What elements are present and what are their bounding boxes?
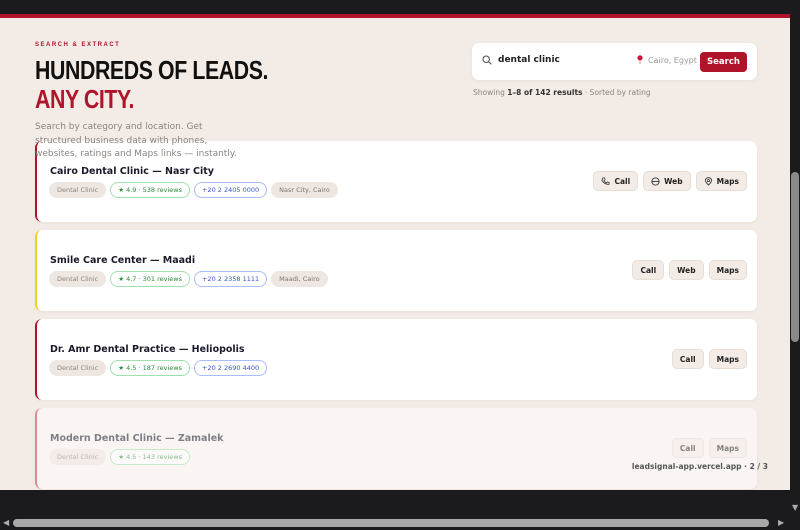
business-name: Modern Dental Clinic — Zamalek	[50, 433, 224, 444]
hero-description: Search by category and location. Get str…	[35, 122, 237, 159]
tag-row: Dental Clinic ★ 4.5 · 143 reviews	[49, 449, 190, 465]
web-button[interactable]: Web	[643, 171, 691, 191]
rating-tag: ★ 4.7 · 301 reviews	[110, 271, 190, 287]
call-label: Call	[679, 443, 696, 453]
maps-label: Maps	[716, 354, 739, 364]
call-label: Call	[614, 176, 631, 186]
vertical-scroll-thumb[interactable]	[791, 172, 799, 342]
card-actions: Call Web Maps	[593, 171, 747, 191]
location-input[interactable]: Cairo, Egypt	[648, 56, 697, 65]
call-button[interactable]: Call	[632, 260, 665, 280]
hero-title: HUNDREDS OF LEADS. ANY CITY.	[35, 56, 268, 114]
business-name: Cairo Dental Clinic — Nasr City	[50, 166, 214, 177]
search-button[interactable]: Search	[700, 52, 747, 72]
call-button[interactable]: Call	[671, 438, 704, 458]
page-footer: leadsignal-app.vercel.app · 2 / 3	[631, 462, 768, 471]
scroll-right-arrow[interactable]: ▶	[778, 518, 784, 527]
rating-tag: ★ 4.9 · 538 reviews	[110, 182, 190, 198]
results-prefix: Showing	[473, 88, 508, 97]
web-label: Web	[677, 265, 696, 275]
lead-card[interactable]: Dr. Amr Dental Practice — Heliopolis Dent…	[35, 319, 757, 400]
phone-tag[interactable]: +20 2 2358 1111	[193, 271, 268, 287]
phone-icon	[601, 176, 610, 185]
scroll-left-arrow[interactable]: ◀	[3, 518, 9, 527]
rating-tag: ★ 4.5 · 187 reviews	[110, 360, 190, 376]
lead-card[interactable]: Modern Dental Clinic — Zamalek Dental Cli…	[35, 408, 757, 489]
web-label: Web	[664, 176, 683, 186]
vertical-scrollbar[interactable]: ▼	[790, 0, 800, 515]
maps-button[interactable]: Maps	[708, 349, 747, 369]
card-actions: Call Maps	[671, 349, 747, 369]
hero-title-line2: ANY CITY.	[35, 84, 134, 114]
results-range: 1–8 of 142 results	[507, 88, 583, 97]
eyebrow: SEARCH & EXTRACT	[35, 42, 121, 48]
area-tag: Maadi, Cairo	[271, 271, 328, 287]
rating-tag: ★ 4.5 · 143 reviews	[110, 449, 190, 465]
top-bar	[0, 0, 790, 14]
card-actions: Call Web Maps	[632, 260, 747, 280]
category-tag: Dental Clinic	[49, 449, 107, 465]
tag-row: Dental Clinic ★ 4.5 · 187 reviews +20 2 26…	[49, 360, 268, 376]
area-tag: Nasr City, Cairo	[271, 182, 338, 198]
tag-row: Dental Clinic ★ 4.7 · 301 reviews +20 2 23…	[49, 271, 328, 287]
category-tag: Dental Clinic	[49, 360, 107, 376]
maps-button[interactable]: Maps	[695, 171, 747, 191]
card-actions: Call Maps	[671, 438, 747, 458]
maps-button[interactable]: Maps	[708, 260, 747, 280]
page: SEARCH & EXTRACT HUNDREDS OF LEADS. ANY …	[0, 18, 790, 490]
web-button[interactable]: Web	[669, 260, 704, 280]
search-icon	[482, 55, 492, 65]
hero-title-line1: HUNDREDS OF LEADS.	[35, 55, 269, 85]
search-box: dental clinic Cairo, Egypt Search	[472, 43, 757, 80]
horizontal-scroll-thumb[interactable]	[13, 519, 769, 527]
tag-row: Dental Clinic ★ 4.9 · 538 reviews +20 2 24…	[49, 182, 338, 198]
phone-tag[interactable]: +20 2 2405 0000	[193, 182, 268, 198]
globe-icon	[651, 176, 660, 186]
location-pin-icon	[637, 55, 643, 64]
phone-tag[interactable]: +20 2 2690 4400	[193, 360, 268, 376]
lead-card[interactable]: Smile Care Center — Maadi Dental Clinic ★ …	[35, 230, 757, 311]
category-tag: Dental Clinic	[49, 182, 107, 198]
map-pin-icon	[704, 176, 712, 186]
business-name: Dr. Amr Dental Practice — Heliopolis	[50, 344, 245, 355]
scroll-down-arrow[interactable]: ▼	[792, 503, 798, 512]
search-input[interactable]: dental clinic	[498, 55, 560, 65]
call-label: Call	[679, 354, 696, 364]
maps-button[interactable]: Maps	[708, 438, 747, 458]
category-tag: Dental Clinic	[49, 271, 107, 287]
business-name: Smile Care Center — Maadi	[50, 255, 196, 266]
call-label: Call	[640, 265, 657, 275]
maps-label: Maps	[716, 176, 739, 186]
call-button[interactable]: Call	[593, 171, 639, 191]
horizontal-scrollbar[interactable]: ◀ ▶	[0, 515, 800, 530]
maps-label: Maps	[716, 265, 739, 275]
results-summary: Showing 1–8 of 142 results · Sorted by r…	[473, 88, 651, 97]
call-button[interactable]: Call	[671, 349, 704, 369]
maps-label: Maps	[716, 443, 739, 453]
results-suffix: · Sorted by rating	[582, 88, 651, 97]
